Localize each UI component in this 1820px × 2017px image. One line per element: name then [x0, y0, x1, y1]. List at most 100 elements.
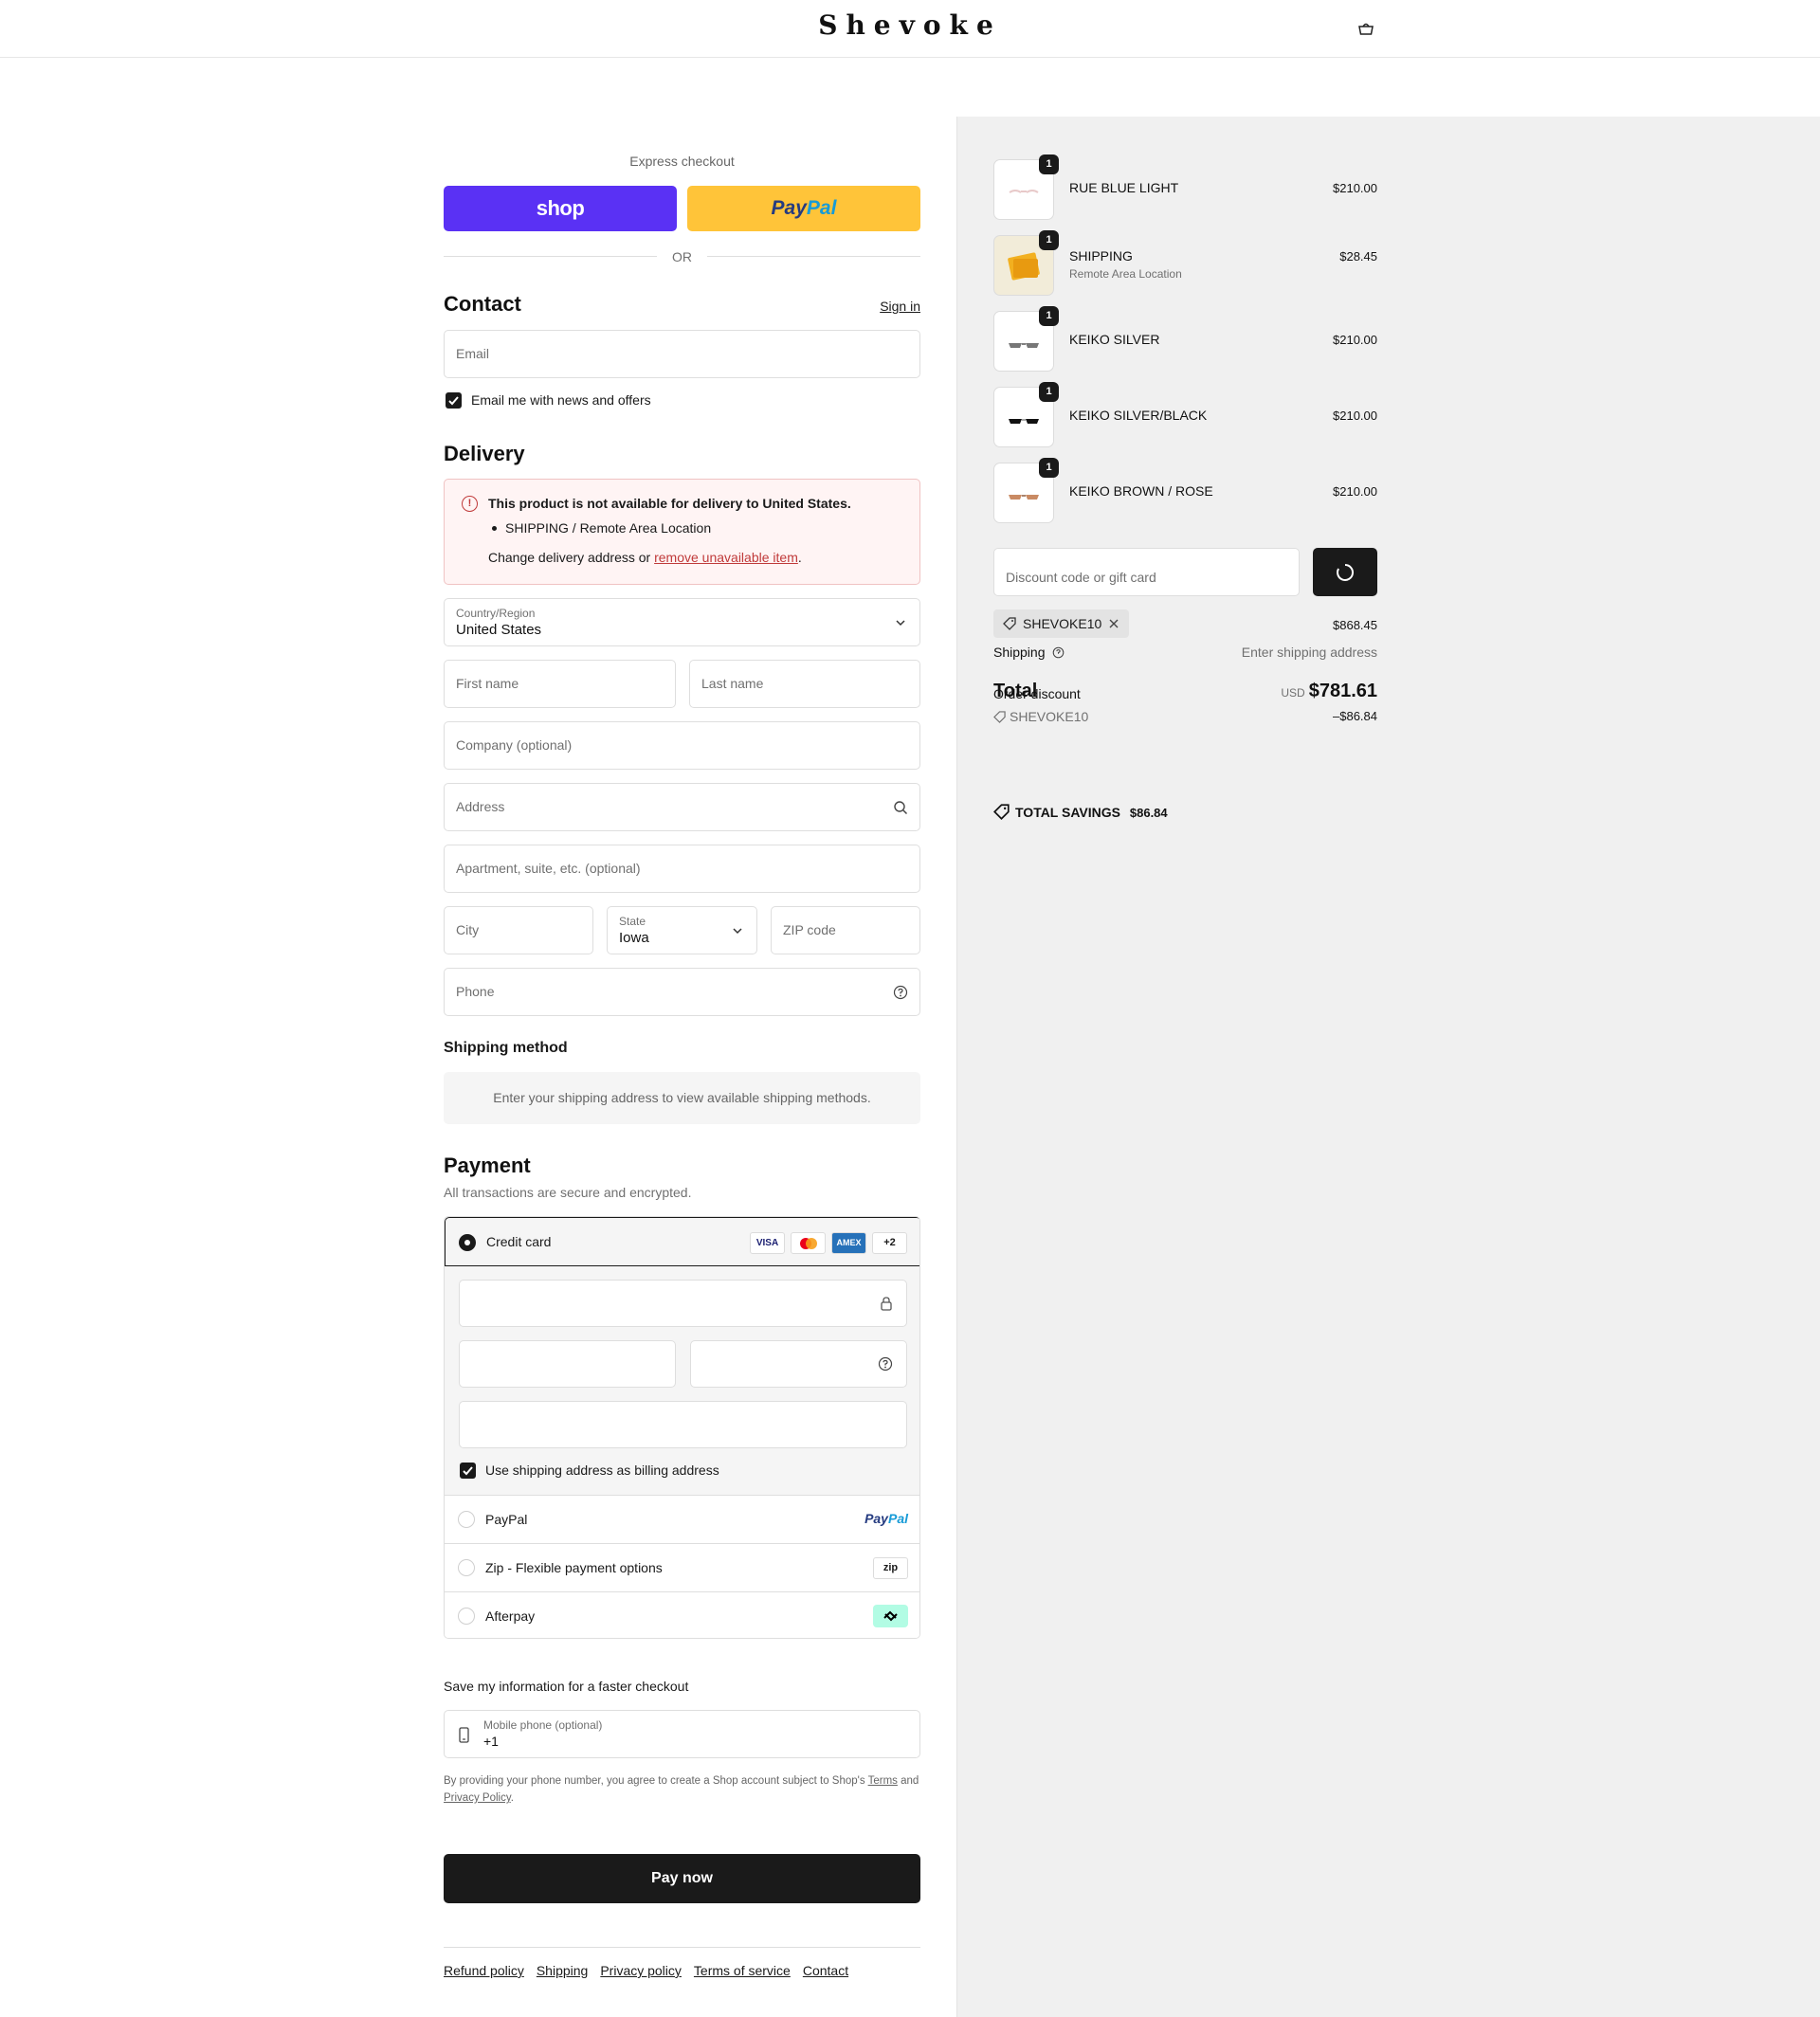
cart-icon[interactable] — [1356, 21, 1375, 36]
address-field[interactable]: Address — [444, 783, 920, 831]
item-price: $210.00 — [1333, 181, 1377, 195]
discount-code-label: SHEVOKE10 — [1023, 616, 1102, 631]
email-field[interactable]: Email — [444, 330, 920, 378]
sign-in-link[interactable]: Sign in — [880, 299, 920, 314]
search-icon — [893, 800, 908, 815]
item-price: $210.00 — [1333, 409, 1377, 423]
last-name-field[interactable]: Last name — [689, 660, 920, 708]
tag-icon — [993, 804, 1010, 820]
paypal-logo-pal: Pal — [887, 1511, 908, 1526]
discount-code-text: SHEVOKE10 — [1010, 709, 1089, 724]
footer-link-contact[interactable]: Contact — [803, 1963, 848, 1978]
state-select[interactable]: State Iowa — [607, 906, 757, 954]
news-label: Email me with news and offers — [471, 392, 651, 408]
alert-change-text: Change delivery address or remove unavai… — [488, 550, 802, 565]
total-savings-row: TOTAL SAVINGS $86.84 — [993, 804, 1168, 820]
zip-radio[interactable] — [458, 1559, 475, 1576]
item-subtitle: Remote Area Location — [1069, 267, 1182, 281]
discount-amount: –$86.84 — [1333, 709, 1377, 723]
apartment-field[interactable]: Apartment, suite, etc. (optional) — [444, 845, 920, 893]
discount-placeholder: Discount code or gift card — [1006, 570, 1156, 585]
card-number-field[interactable] — [459, 1280, 907, 1327]
name-on-card-field[interactable] — [459, 1401, 907, 1448]
tos-and: and — [897, 1775, 919, 1787]
company-field[interactable]: Company (optional) — [444, 721, 920, 770]
zip-label: Zip - Flexible payment options — [485, 1560, 663, 1575]
paypal-option[interactable]: PayPal PayPal — [445, 1496, 919, 1544]
state-value: Iowa — [619, 930, 649, 946]
address-placeholder: Address — [456, 799, 505, 814]
news-checkbox[interactable] — [446, 392, 462, 409]
alert-change-prefix: Change delivery address or — [488, 550, 655, 565]
country-select[interactable]: Country/Region United States — [444, 598, 920, 646]
item-name: SHIPPING — [1069, 248, 1133, 263]
footer-divider — [444, 1947, 920, 1948]
paypal-logo-pay: Pay — [771, 197, 807, 219]
line-item: 1 KEIKO SILVER/BLACK $210.00 — [993, 379, 1377, 447]
chevron-down-icon — [893, 615, 908, 630]
afterpay-radio[interactable] — [458, 1608, 475, 1625]
first-name-placeholder: First name — [456, 676, 519, 691]
tos-text: By providing your phone number, you agre… — [444, 1775, 868, 1787]
pay-now-button[interactable]: Pay now — [444, 1854, 920, 1903]
help-icon[interactable] — [1052, 646, 1065, 659]
spinner-icon — [1337, 563, 1354, 581]
first-name-field[interactable]: First name — [444, 660, 676, 708]
credit-card-radio[interactable] — [459, 1234, 476, 1251]
quantity-badge: 1 — [1039, 458, 1059, 478]
quantity-badge: 1 — [1039, 154, 1059, 174]
zip-option[interactable]: Zip - Flexible payment options zip — [445, 1544, 919, 1592]
afterpay-option[interactable]: Afterpay — [445, 1592, 919, 1638]
discount-code-field[interactable]: Discount code or gift card — [993, 548, 1300, 596]
city-field[interactable]: City — [444, 906, 593, 954]
item-price: $28.45 — [1339, 249, 1377, 263]
help-icon[interactable] — [878, 1356, 893, 1375]
shop-pay-button[interactable]: shop — [444, 186, 677, 231]
zip-field[interactable]: ZIP code — [771, 906, 920, 954]
billing-label: Use shipping address as billing address — [485, 1463, 719, 1478]
expiration-field[interactable] — [459, 1340, 676, 1388]
paypal-express-button[interactable]: Pay Pal — [687, 186, 920, 231]
shipping-label: Shipping — [993, 645, 1065, 660]
billing-checkbox[interactable] — [460, 1463, 476, 1479]
discount-code-row: SHEVOKE10 — [993, 709, 1088, 724]
mobile-phone-label: Mobile phone (optional) — [483, 1718, 603, 1732]
terms-link[interactable]: Terms — [868, 1775, 898, 1787]
shipping-method-message: Enter your shipping address to view avai… — [444, 1072, 920, 1124]
quantity-badge: 1 — [1039, 382, 1059, 402]
footer-link-shipping[interactable]: Shipping — [537, 1963, 589, 1978]
total-value: $781.61 — [1308, 681, 1377, 701]
visa-icon: VISA — [750, 1232, 785, 1254]
footer-link-terms[interactable]: Terms of service — [694, 1963, 791, 1978]
phone-icon — [459, 1727, 469, 1747]
last-name-placeholder: Last name — [701, 676, 764, 691]
item-price: $210.00 — [1333, 484, 1377, 499]
contact-title: Contact — [444, 292, 521, 316]
apply-discount-button[interactable] — [1313, 548, 1377, 596]
payment-subtitle: All transactions are secure and encrypte… — [444, 1185, 692, 1200]
phone-field[interactable]: Phone — [444, 968, 920, 1016]
privacy-policy-link[interactable]: Privacy Policy — [444, 1792, 511, 1804]
more-cards-badge: +2 — [872, 1232, 907, 1254]
quantity-badge: 1 — [1039, 306, 1059, 326]
paypal-radio[interactable] — [458, 1511, 475, 1528]
error-icon: ! — [462, 496, 478, 512]
remove-unavailable-item-link[interactable]: remove unavailable item — [654, 550, 798, 565]
brand-logo[interactable]: Shevoke — [0, 9, 1820, 41]
footer-link-refund[interactable]: Refund policy — [444, 1963, 524, 1978]
security-code-field[interactable] — [690, 1340, 907, 1388]
shipping-method-title: Shipping method — [444, 1040, 568, 1056]
mobile-phone-value: +1 — [483, 1734, 499, 1749]
close-icon[interactable] — [1108, 618, 1119, 629]
item-name: KEIKO BROWN / ROSE — [1069, 483, 1213, 499]
zip-logo-icon: zip — [873, 1557, 908, 1579]
paypal-logo-pal: Pal — [806, 197, 837, 219]
mobile-phone-field[interactable]: Mobile phone (optional) +1 — [444, 1710, 920, 1758]
lock-icon — [880, 1296, 893, 1315]
credit-card-option[interactable]: Credit card VISA AMEX +2 — [445, 1217, 919, 1266]
total-label: Total — [993, 681, 1038, 701]
alert-title: This product is not available for delive… — [488, 496, 851, 511]
footer-link-privacy[interactable]: Privacy policy — [600, 1963, 682, 1978]
help-icon[interactable] — [893, 985, 908, 1000]
email-placeholder: Email — [456, 346, 490, 361]
